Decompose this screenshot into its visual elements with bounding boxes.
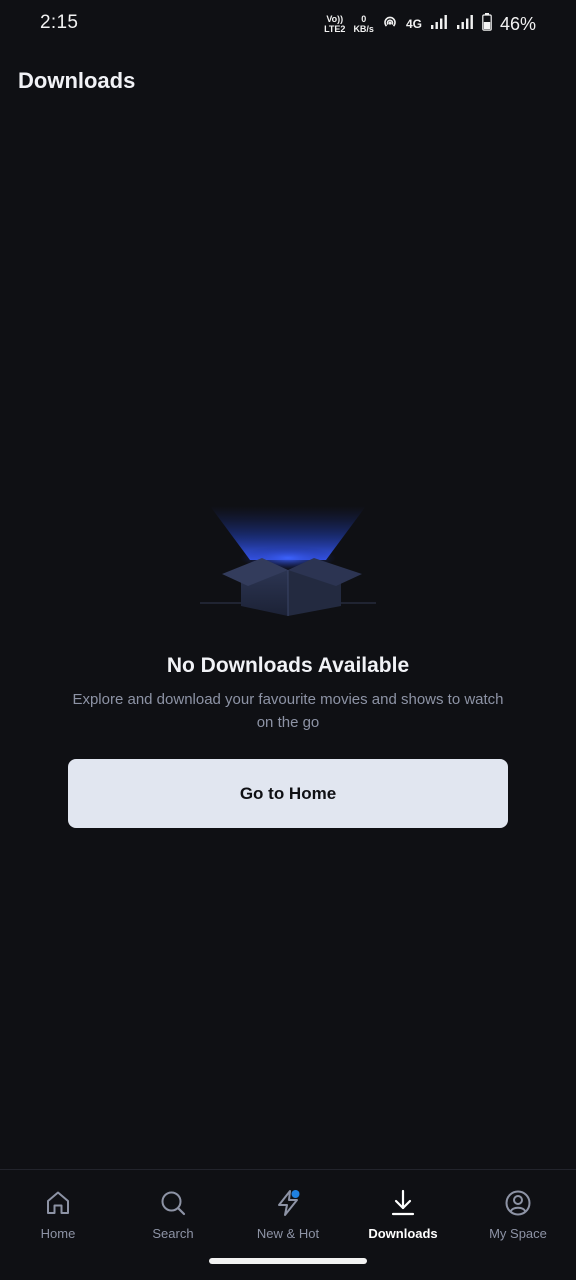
network-speed: 0 KB/s <box>353 14 374 34</box>
lightning-icon <box>278 1190 300 1216</box>
nav-item-my-space[interactable]: My Space <box>463 1188 573 1248</box>
downloads-screen: 2:15 Vo)) LTE2 0 KB/s 4G 46% Downloads N… <box>0 0 576 1280</box>
lte-label: LTE2 <box>324 24 346 34</box>
home-icon <box>47 1191 69 1214</box>
volte-label: Vo)) <box>326 14 344 24</box>
battery-percent: 46% <box>499 13 536 34</box>
download-icon <box>391 1189 415 1216</box>
profile-icon <box>505 1190 531 1216</box>
notification-dot <box>291 1190 300 1198</box>
empty-state-description: Explore and download your favourite movi… <box>72 691 504 731</box>
page-title: Downloads <box>18 68 136 93</box>
status-time: 2:15 <box>40 12 79 33</box>
signal-icon <box>456 14 474 35</box>
network-type: 4G <box>405 17 422 31</box>
signal-icon <box>430 14 448 35</box>
hotspot-icon <box>382 14 398 35</box>
empty-state-title: No Downloads Available <box>166 654 410 677</box>
nav-label-search: Search <box>152 1226 194 1241</box>
network-speed-unit: KB/s <box>353 24 374 34</box>
status-bar: 2:15 Vo)) LTE2 0 KB/s 4G 46% <box>0 0 576 48</box>
nav-item-home[interactable]: Home <box>3 1188 113 1248</box>
battery-icon <box>482 12 492 36</box>
nav-item-search[interactable]: Search <box>118 1188 228 1248</box>
open-box-icon <box>196 498 380 622</box>
nav-label-new-and-hot: New & Hot <box>256 1226 320 1241</box>
nav-label-my-space: My Space <box>489 1226 547 1241</box>
network-speed-value: 0 <box>361 14 367 24</box>
nav-item-downloads[interactable]: Downloads <box>348 1188 458 1248</box>
volte-indicator: Vo)) LTE2 <box>324 14 345 34</box>
gesture-navigation-bar[interactable] <box>209 1258 367 1264</box>
nav-item-new-and-hot[interactable]: New & Hot <box>233 1188 343 1248</box>
go-to-home-button[interactable]: Go to Home <box>68 759 508 828</box>
nav-label-downloads: Downloads <box>368 1226 438 1241</box>
status-icons: Vo)) LTE2 0 KB/s 4G 46% <box>324 11 536 37</box>
nav-label-home: Home <box>40 1226 76 1241</box>
search-icon <box>161 1191 186 1216</box>
